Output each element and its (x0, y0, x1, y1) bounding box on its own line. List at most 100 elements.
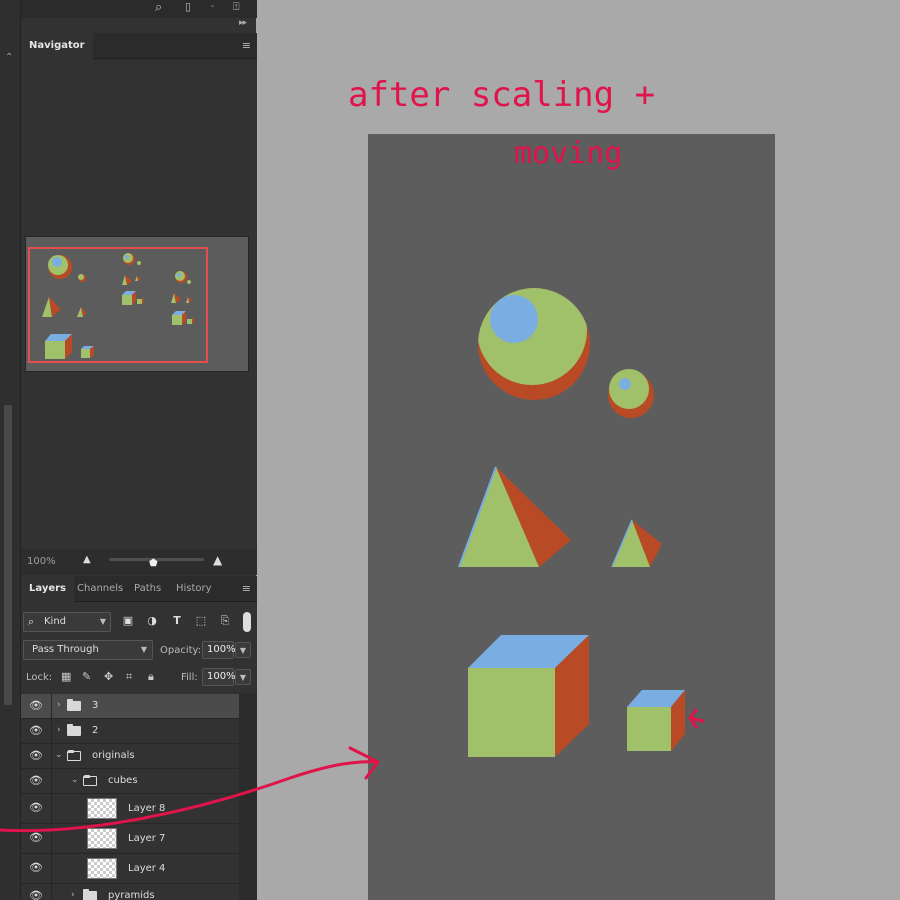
search-icon[interactable]: ⌕ (155, 0, 162, 15)
folder-open-icon (83, 775, 97, 786)
layers-menu-icon[interactable]: ≡ (242, 582, 251, 595)
lock-image-icon[interactable]: ✎ (82, 670, 91, 683)
layer-name: 3 (92, 700, 99, 711)
sphere-large[interactable] (477, 275, 590, 400)
blend-mode-value: Pass Through (32, 644, 99, 655)
cube-small[interactable] (627, 690, 685, 751)
layer-name: 2 (92, 725, 99, 736)
chevron-right-icon[interactable]: › (57, 725, 61, 735)
fill-field[interactable]: 100% ▼ (202, 668, 251, 686)
lock-position-icon[interactable]: ✥ (104, 670, 113, 683)
layers-scrollbar[interactable] (239, 693, 257, 900)
navigator-tabbar: Navigator ≡ (21, 33, 257, 59)
filter-toggle[interactable] (243, 612, 251, 632)
opacity-field[interactable]: 100% ▼ (202, 641, 251, 659)
layer-row-2[interactable]: 👁︎ › 2 (21, 719, 239, 744)
chevron-down-icon[interactable]: ⌄ (55, 750, 63, 760)
collapse-panels-icon[interactable]: ▸▸ (239, 18, 247, 28)
folder-icon (67, 724, 81, 736)
layers-tabbar: Layers Channels Paths History ≡ (21, 576, 257, 602)
chevron-down-icon[interactable]: ▼ (235, 669, 251, 685)
layer-name: Layer 7 (128, 833, 166, 844)
tab-channels[interactable]: Channels (69, 576, 131, 602)
filter-adjustment-icon[interactable]: ◑ (145, 614, 159, 628)
blend-row: Pass Through ▼ Opacity: 100% ▼ (21, 637, 257, 663)
navigator-zoom-bar: 100% ▲ ⬟ ▲ (21, 549, 257, 575)
cube-large[interactable] (468, 635, 589, 757)
fill-value: 100% (207, 671, 236, 682)
tab-paths[interactable]: Paths (126, 576, 169, 602)
layer-row-layer4[interactable]: 👁︎ Layer 4 (21, 854, 239, 884)
eye-icon[interactable]: 👁︎ (29, 832, 43, 844)
eye-icon[interactable]: 👁︎ (29, 775, 43, 787)
eye-icon[interactable]: 👁︎ (29, 862, 43, 874)
zoom-out-icon[interactable]: ▲ (83, 554, 91, 565)
left-toolbar-strip: ⌃ (0, 0, 20, 900)
annotation-line1: after scaling + (348, 75, 655, 115)
layer-row-cubes[interactable]: 👁︎ ⌄ cubes (21, 769, 239, 794)
layer-row-layer8[interactable]: 👁︎ Layer 8 (21, 794, 239, 824)
layer-name: cubes (108, 775, 138, 786)
eye-icon[interactable]: 👁︎ (29, 890, 43, 900)
layer-thumbnail (87, 828, 117, 849)
blend-mode-select[interactable]: Pass Through ▼ (23, 640, 153, 660)
layer-name: Layer 8 (128, 803, 166, 814)
eye-icon[interactable]: 👁︎ (29, 725, 43, 737)
chevron-down-icon[interactable]: ⌄ (209, 0, 216, 9)
scroll-up-icon[interactable]: ⌃ (5, 52, 13, 63)
folder-icon (67, 699, 81, 711)
tab-history[interactable]: History (168, 576, 220, 602)
folder-open-icon (67, 750, 81, 761)
filter-kind-value: Kind (44, 616, 67, 627)
layer-name: originals (92, 750, 135, 761)
layer-row-3[interactable]: 👁︎ › 3 (21, 694, 239, 719)
share-icon[interactable]: ⍐ (233, 0, 240, 14)
layer-name: Layer 4 (128, 863, 166, 874)
layer-row-originals[interactable]: 👁︎ ⌄ originals (21, 744, 239, 769)
lock-artboard-icon[interactable]: ⌗ (126, 670, 132, 684)
layer-thumbnail (87, 798, 117, 819)
chevron-down-icon[interactable]: ⌄ (71, 775, 79, 785)
chevron-right-icon[interactable]: › (57, 700, 61, 710)
photoshop-window: ⌃ ⌕ ▯ ⌄ ⍐ ▸▸ Navigator ≡ 100% ▲ ⬟ ▲ Laye… (0, 0, 900, 900)
filter-shape-icon[interactable]: ⬚ (194, 614, 208, 628)
fill-label: Fill: (181, 672, 198, 683)
layer-name: pyramids (108, 890, 155, 900)
panel-menu-icon[interactable]: ≡ (242, 39, 251, 52)
eye-icon[interactable]: 👁︎ (29, 802, 43, 814)
chevron-down-icon[interactable]: ▼ (235, 642, 251, 658)
folder-icon (83, 889, 97, 900)
zoom-in-icon[interactable]: ▲ (213, 553, 222, 567)
eye-icon[interactable]: 👁︎ (29, 750, 43, 762)
navigator-thumbnail[interactable] (25, 236, 249, 372)
panel-topbar: ⌕ ▯ ⌄ ⍐ (21, 0, 257, 18)
filter-type-icon[interactable]: T (170, 614, 184, 628)
lock-transparent-icon[interactable]: ▦ (61, 670, 71, 683)
lock-all-icon[interactable]: 🔒︎ (148, 670, 154, 684)
pyramid-large[interactable] (458, 466, 571, 568)
layer-thumbnail (87, 858, 117, 879)
zoom-slider-knob[interactable]: ⬟ (149, 558, 158, 569)
chevron-right-icon[interactable]: › (71, 890, 75, 900)
tab-navigator[interactable]: Navigator (21, 33, 93, 59)
filter-pixel-icon[interactable]: ▣ (121, 614, 135, 628)
zoom-level[interactable]: 100% (27, 556, 56, 567)
eye-icon[interactable]: 👁︎ (29, 700, 43, 712)
search-icon: ⌕ (28, 615, 35, 628)
layer-row-pyramids[interactable]: 👁︎ › pyramids (21, 884, 239, 900)
chevron-down-icon: ▼ (99, 617, 106, 626)
document-canvas[interactable] (368, 134, 775, 900)
lock-label: Lock: (26, 672, 53, 683)
pyramid-small[interactable] (611, 519, 662, 568)
opacity-value: 100% (207, 644, 236, 655)
filter-smartobject-icon[interactable]: ⎘ (218, 614, 232, 628)
sphere-small[interactable] (608, 369, 654, 418)
layer-row-layer7[interactable]: 👁︎ Layer 7 (21, 824, 239, 854)
tab-layers[interactable]: Layers (21, 576, 74, 602)
workspace-icon[interactable]: ▯ (185, 0, 191, 13)
filter-kind-select[interactable]: ⌕ Kind ▼ (23, 612, 111, 632)
layer-filter-row: ⌕ Kind ▼ ▣ ◑ T ⬚ ⎘ (21, 609, 257, 635)
canvas-shapes (458, 275, 685, 757)
navigator-view-box[interactable] (28, 247, 208, 363)
left-scrollbar[interactable] (4, 405, 12, 705)
